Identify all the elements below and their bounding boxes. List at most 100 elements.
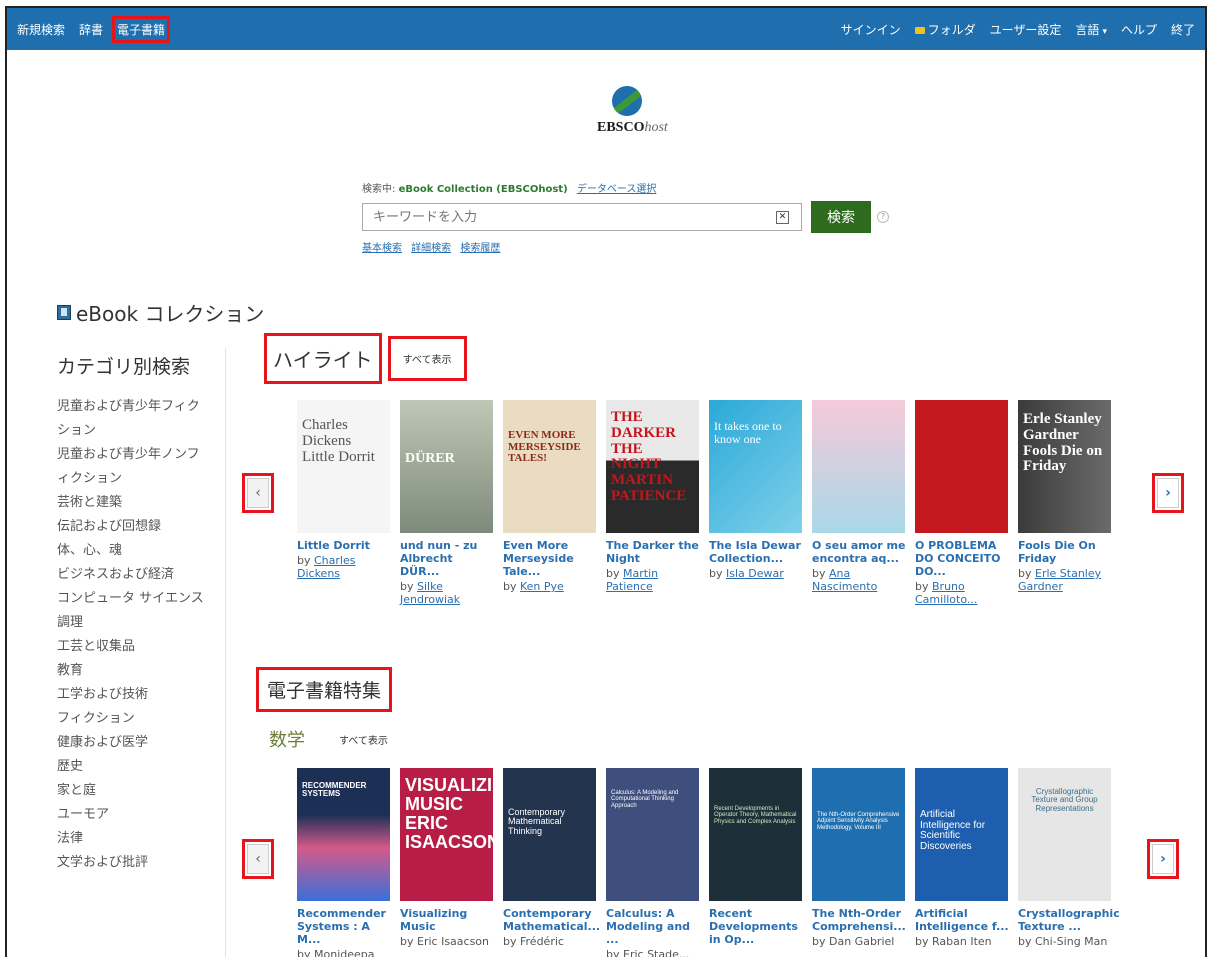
- book-author[interactable]: Chi-Sing Man: [1035, 935, 1107, 948]
- book-item[interactable]: EVEN MORE MERSEYSIDE TALES! Even More Me…: [503, 400, 606, 606]
- book-title[interactable]: Recommender Systems : A M...: [297, 907, 392, 946]
- logo-brand: EBSCO: [597, 120, 645, 135]
- book-item[interactable]: Calculus: A Modeling and Computational T…: [606, 768, 709, 957]
- book-author[interactable]: Isla Dewar: [726, 567, 784, 580]
- book-cover[interactable]: Recent Developments in Operator Theory, …: [709, 768, 802, 901]
- nav-ebooks[interactable]: 電子書籍: [112, 15, 171, 43]
- book-item[interactable]: Artificial Intelligence for Scientific D…: [915, 768, 1018, 957]
- book-title[interactable]: O seu amor me encontra aq...: [812, 539, 907, 565]
- book-item[interactable]: Charles Dickens Little Dorrit Little Dor…: [297, 400, 400, 606]
- book-cover[interactable]: The Nth-Order Comprehensive Adjoint Sens…: [812, 768, 905, 901]
- book-cover[interactable]: RECOMMENDER SYSTEMS: [297, 768, 390, 901]
- sidebar-item-category[interactable]: 健康および医学: [57, 731, 207, 755]
- chevron-left-icon[interactable]: ‹: [242, 473, 274, 513]
- book-author[interactable]: Frédéric: [520, 935, 564, 948]
- book-item[interactable]: Contemporary Mathematical Thinking Conte…: [503, 768, 606, 957]
- book-item[interactable]: DÜRER und nun - zu Albrecht DÜR... by Si…: [400, 400, 503, 606]
- clear-icon[interactable]: ✕: [776, 211, 789, 224]
- book-item[interactable]: Recent Developments in Operator Theory, …: [709, 768, 812, 957]
- sidebar-item-category[interactable]: 調理: [57, 611, 207, 635]
- help-icon[interactable]: ?: [877, 211, 889, 223]
- book-author[interactable]: Eric Isaacson: [417, 935, 489, 948]
- book-cover[interactable]: Erle Stanley Gardner Fools Die on Friday: [1018, 400, 1111, 533]
- sidebar-item-category[interactable]: ビジネスおよび経済: [57, 563, 207, 587]
- select-database-link[interactable]: データベース選択: [577, 184, 657, 195]
- book-title[interactable]: The Isla Dewar Collection...: [709, 539, 804, 565]
- sidebar-item-category[interactable]: 工芸と収集品: [57, 635, 207, 659]
- book-title[interactable]: Calculus: A Modeling and ...: [606, 907, 701, 946]
- book-cover[interactable]: EVEN MORE MERSEYSIDE TALES!: [503, 400, 596, 533]
- sidebar-item-category[interactable]: コンピュータ サイエンス: [57, 587, 207, 611]
- nav-sign-in[interactable]: サインイン: [841, 21, 901, 38]
- book-title[interactable]: Crystallographic Texture ...: [1018, 907, 1120, 933]
- book-title[interactable]: The Nth-Order Comprehensi...: [812, 907, 907, 933]
- math-show-all-link[interactable]: すべて表示: [339, 732, 388, 747]
- book-cover[interactable]: THE DARKER THE NIGHT MARTIN PATIENCE: [606, 400, 699, 533]
- book-title[interactable]: Even More Merseyside Tale...: [503, 539, 598, 578]
- nav-language[interactable]: 言語 ▾: [1075, 21, 1107, 38]
- book-cover[interactable]: VISUALIZING MUSIC ERIC ISAACSON: [400, 768, 493, 901]
- nav-new-search[interactable]: 新規検索: [17, 21, 65, 38]
- book-item[interactable]: THE DARKER THE NIGHT MARTIN PATIENCE The…: [606, 400, 709, 606]
- book-title[interactable]: O PROBLEMA DO CONCEITO DO...: [915, 539, 1010, 578]
- sidebar-item-category[interactable]: 歴史: [57, 755, 207, 779]
- chevron-right-icon[interactable]: ›: [1152, 473, 1184, 513]
- chevron-right-icon[interactable]: ›: [1147, 839, 1179, 879]
- book-title[interactable]: The Darker the Night: [606, 539, 701, 565]
- book-author[interactable]: Dan Gabriel: [829, 935, 894, 948]
- book-item[interactable]: Crystallographic Texture and Group Repre…: [1018, 768, 1121, 957]
- sidebar-item-category[interactable]: 文学および批評: [57, 851, 207, 875]
- book-title[interactable]: Contemporary Mathematical...: [503, 907, 600, 933]
- nav-exit[interactable]: 終了: [1171, 21, 1195, 38]
- book-author[interactable]: Raban Iten: [932, 935, 992, 948]
- search-button[interactable]: 検索: [811, 201, 871, 233]
- book-item[interactable]: It takes one to know one The Isla Dewar …: [709, 400, 812, 606]
- book-cover[interactable]: It takes one to know one: [709, 400, 802, 533]
- book-cover[interactable]: Crystallographic Texture and Group Repre…: [1018, 768, 1111, 901]
- sidebar-item-category[interactable]: 児童および青少年フィクション: [57, 395, 207, 443]
- basic-search-link[interactable]: 基本検索: [362, 243, 402, 254]
- sidebar-item-category[interactable]: ユーモア: [57, 803, 207, 827]
- book-title[interactable]: Little Dorrit: [297, 539, 392, 552]
- sidebar-item-category[interactable]: 芸術と建築: [57, 491, 207, 515]
- book-author[interactable]: Ken Pye: [520, 580, 564, 593]
- book-item[interactable]: The Nth-Order Comprehensive Adjoint Sens…: [812, 768, 915, 957]
- book-title[interactable]: und nun - zu Albrecht DÜR...: [400, 539, 495, 578]
- book-cover[interactable]: [812, 400, 905, 533]
- book-cover[interactable]: [915, 400, 1008, 533]
- book-item[interactable]: O seu amor me encontra aq... by Ana Nasc…: [812, 400, 915, 606]
- book-title[interactable]: Fools Die On Friday: [1018, 539, 1113, 565]
- book-item[interactable]: Erle Stanley Gardner Fools Die on Friday…: [1018, 400, 1121, 606]
- book-title[interactable]: Visualizing Music: [400, 907, 495, 933]
- chevron-left-icon[interactable]: ‹: [242, 839, 274, 879]
- advanced-search-link[interactable]: 詳細検索: [411, 243, 451, 254]
- book-cover[interactable]: Artificial Intelligence for Scientific D…: [915, 768, 1008, 901]
- sidebar-item-category[interactable]: 体、心、魂: [57, 539, 207, 563]
- sidebar-item-category[interactable]: 児童および青少年ノンフィクション: [57, 443, 207, 491]
- highlights-show-all-link[interactable]: すべて表示: [387, 336, 467, 381]
- search-input[interactable]: [373, 209, 753, 225]
- book-author[interactable]: Monideepa: [314, 948, 375, 957]
- book-cover[interactable]: DÜRER: [400, 400, 493, 533]
- sidebar-item-category[interactable]: 家と庭: [57, 779, 207, 803]
- nav-help[interactable]: ヘルプ: [1121, 21, 1157, 38]
- search-history-link[interactable]: 検索履歴: [460, 243, 500, 254]
- book-title[interactable]: Artificial Intelligence f...: [915, 907, 1010, 933]
- book-item[interactable]: RECOMMENDER SYSTEMS Recommender Systems …: [297, 768, 400, 957]
- sidebar-item-category[interactable]: 法律: [57, 827, 207, 851]
- book-item[interactable]: VISUALIZING MUSIC ERIC ISAACSON Visualiz…: [400, 768, 503, 957]
- book-cover[interactable]: Charles Dickens Little Dorrit: [297, 400, 390, 533]
- sidebar-item-category[interactable]: フィクション: [57, 707, 207, 731]
- book-title[interactable]: Recent Developments in Op...: [709, 907, 804, 946]
- book-item[interactable]: O PROBLEMA DO CONCEITO DO... by Bruno Ca…: [915, 400, 1018, 606]
- nav-preferences[interactable]: ユーザー設定: [990, 21, 1062, 38]
- book-cover[interactable]: Calculus: A Modeling and Computational T…: [606, 768, 699, 901]
- sidebar-item-category[interactable]: 教育: [57, 659, 207, 683]
- sidebar-item-category[interactable]: 工学および技術: [57, 683, 207, 707]
- nav-dictionary[interactable]: 辞書: [79, 21, 103, 38]
- book-author[interactable]: Eric Stade...: [623, 948, 689, 957]
- sidebar-item-category[interactable]: 伝記および回想録: [57, 515, 207, 539]
- book-cover[interactable]: Contemporary Mathematical Thinking: [503, 768, 596, 901]
- nav-folder[interactable]: フォルダ: [914, 21, 976, 38]
- ebscohost-logo[interactable]: EBSCOhost: [597, 86, 668, 136]
